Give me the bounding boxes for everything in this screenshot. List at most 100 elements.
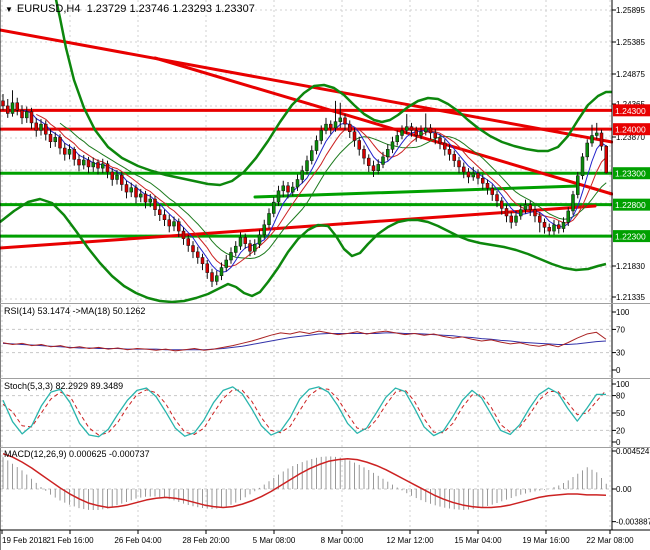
stoch-label: Stoch(5,3,3) 82.2929 89.3489 bbox=[4, 381, 124, 391]
candle-body bbox=[63, 147, 67, 155]
candle-body bbox=[177, 221, 181, 232]
symbol-label: EURUSD,H4 bbox=[16, 3, 81, 15]
price-axis-label: 1.24875 bbox=[616, 70, 645, 79]
candle-body bbox=[500, 200, 504, 209]
candle-body bbox=[542, 222, 547, 228]
rsi-label: RSI(14) 53.1474 ->MA(18) 50.1262 bbox=[4, 306, 146, 316]
candle-body bbox=[386, 149, 390, 158]
candle-body bbox=[547, 227, 551, 232]
candle-body bbox=[428, 127, 433, 134]
candle-body bbox=[167, 219, 171, 227]
candle-body bbox=[48, 133, 53, 143]
candle-body bbox=[143, 193, 148, 203]
candle-body bbox=[229, 252, 233, 261]
candle-body bbox=[67, 149, 72, 155]
time-axis-label: 22 Mar 08:00 bbox=[586, 536, 634, 545]
candle-body bbox=[509, 215, 513, 223]
time-axis-label: 12 Mar 12:00 bbox=[386, 536, 434, 545]
rsi-main-line bbox=[2, 330, 607, 352]
candle-body bbox=[400, 130, 404, 136]
candle-body bbox=[405, 126, 409, 131]
candle-body bbox=[101, 163, 105, 169]
candle-body bbox=[357, 140, 361, 150]
candle-body bbox=[447, 149, 452, 155]
candle-body bbox=[557, 224, 561, 229]
candle-body bbox=[272, 201, 276, 214]
candle-body bbox=[224, 259, 228, 268]
rsi-scale-label: 0 bbox=[616, 366, 621, 375]
candle-body bbox=[338, 117, 342, 122]
candle-body bbox=[571, 194, 575, 212]
candle-body bbox=[528, 204, 532, 210]
rsi-scale-label: 100 bbox=[616, 308, 630, 317]
candle-body bbox=[238, 237, 243, 247]
candle-body bbox=[53, 137, 57, 143]
candle-body bbox=[86, 159, 91, 168]
candle-body bbox=[595, 132, 599, 136]
price-axis-label: 1.21335 bbox=[616, 293, 645, 302]
candle-body bbox=[485, 183, 490, 189]
rsi-scale-label: 70 bbox=[616, 325, 625, 334]
candle-body bbox=[566, 210, 570, 223]
candle-body bbox=[186, 238, 190, 246]
candle-body bbox=[253, 244, 257, 252]
macd-scale-label: 0.004524 bbox=[616, 447, 650, 456]
candle-body bbox=[243, 237, 247, 244]
symbol-dropdown-icon[interactable]: ▼ bbox=[5, 5, 13, 14]
candle-body bbox=[533, 209, 537, 217]
candle-body bbox=[319, 130, 323, 141]
price-badge-label: 1.24300 bbox=[615, 106, 646, 116]
rsi-scale-label: 30 bbox=[616, 349, 625, 358]
candle-body bbox=[333, 121, 338, 129]
candle-body bbox=[276, 190, 281, 203]
candle-body bbox=[257, 234, 262, 245]
candle-body bbox=[523, 204, 528, 210]
candle-body bbox=[381, 156, 385, 165]
candle-body bbox=[6, 105, 10, 114]
candle-body bbox=[34, 122, 38, 131]
candle-body bbox=[561, 222, 566, 229]
candle-body bbox=[215, 275, 219, 282]
bollinger-lower-band bbox=[0, 197, 607, 304]
candle-body bbox=[604, 145, 608, 174]
candle-body bbox=[291, 186, 295, 193]
time-axis-label: 21 Feb 16:00 bbox=[46, 536, 94, 545]
candle-body bbox=[158, 209, 162, 215]
candle-body bbox=[466, 171, 471, 178]
candle-body bbox=[519, 209, 523, 217]
candle-body bbox=[248, 243, 252, 252]
candle-body bbox=[267, 213, 271, 226]
time-axis-label: 19 Feb 2018 bbox=[2, 536, 47, 545]
price-axis-label: 1.25385 bbox=[616, 38, 645, 47]
chart-canvas[interactable]: 1.258951.253851.248751.243651.238701.218… bbox=[0, 0, 650, 550]
candle-body bbox=[462, 166, 466, 173]
candle-body bbox=[96, 162, 100, 169]
candle-body bbox=[395, 135, 399, 143]
time-axis-label: 15 Mar 04:00 bbox=[454, 536, 502, 545]
candle-body bbox=[476, 172, 480, 179]
candle-body bbox=[115, 174, 119, 180]
candle-body bbox=[300, 170, 304, 180]
candle-body bbox=[205, 263, 209, 273]
candle-body bbox=[314, 140, 319, 151]
candle-body bbox=[44, 123, 48, 135]
candle-body bbox=[134, 187, 138, 198]
candle-body bbox=[590, 135, 594, 144]
candle-body bbox=[91, 162, 95, 168]
time-axis-label: 8 Mar 00:00 bbox=[321, 536, 364, 545]
candle-body bbox=[490, 188, 494, 195]
macd-scale-label: 0.00 bbox=[616, 485, 632, 494]
candle-body bbox=[343, 117, 347, 125]
trendline-4[interactable] bbox=[253, 184, 580, 199]
candle-body bbox=[234, 245, 238, 253]
candle-body bbox=[580, 156, 585, 176]
candle-body bbox=[409, 126, 414, 131]
candle-body bbox=[552, 224, 556, 232]
ohlc-values: 1.23729 1.23746 1.23293 1.23307 bbox=[86, 3, 255, 15]
candle-body bbox=[77, 159, 81, 166]
chart-window: ▼ EURUSD,H4 1.23729 1.23746 1.23293 1.233… bbox=[0, 0, 650, 550]
candle-body bbox=[538, 215, 542, 223]
candle-body bbox=[286, 185, 290, 193]
candle-body bbox=[172, 221, 176, 227]
stoch-scale-label: 20 bbox=[616, 426, 625, 435]
